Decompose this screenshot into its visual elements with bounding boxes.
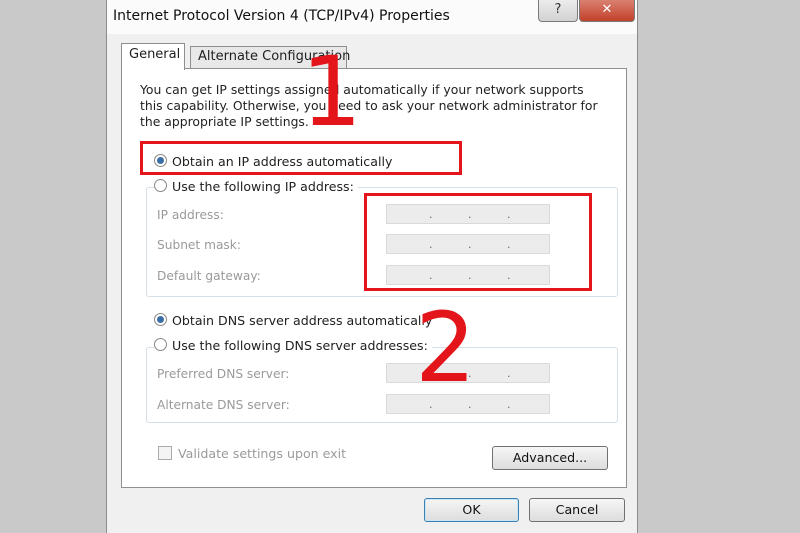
tab-general[interactable]: General [121,43,185,70]
intro-text: You can get IP settings assigned automat… [140,82,598,129]
subnet-mask-label: Subnet mask: [157,238,241,252]
validate-settings-label: Validate settings upon exit [178,446,347,461]
checkbox-icon [158,446,172,460]
use-following-ip-radio[interactable]: Use the following IP address: [154,179,358,194]
general-tab-panel: You can get IP settings assigned automat… [121,68,627,488]
default-gateway-label: Default gateway: [157,269,261,283]
radio-unselected-icon [154,179,167,192]
advanced-button[interactable]: Advanced... [492,446,608,470]
preferred-dns-label: Preferred DNS server: [157,367,290,381]
ok-button[interactable]: OK [424,498,519,522]
annotation-step-1: 1 [301,36,363,148]
title-bar: Internet Protocol Version 4 (TCP/IPv4) P… [107,0,637,34]
alternate-dns-label: Alternate DNS server: [157,398,290,412]
obtain-dns-auto-radio[interactable]: Obtain DNS server address automatically [154,313,432,328]
ip-address-label: IP address: [157,208,224,222]
radio-selected-icon [154,313,167,326]
use-following-dns-label: Use the following DNS server addresses: [172,338,428,353]
annotation-step-2: 2 [415,292,477,404]
close-button[interactable]: ✕ [579,0,635,22]
window-title: Internet Protocol Version 4 (TCP/IPv4) P… [113,8,450,24]
close-icon: ✕ [601,2,613,17]
use-following-ip-label: Use the following IP address: [172,179,354,194]
annotation-box-ip-fields [364,193,592,291]
validate-settings-checkbox[interactable]: Validate settings upon exit [158,446,346,461]
help-icon: ? [554,2,562,17]
tcpipv4-properties-dialog: Internet Protocol Version 4 (TCP/IPv4) P… [106,0,638,533]
cancel-button[interactable]: Cancel [529,498,625,522]
radio-unselected-icon [154,338,167,351]
obtain-dns-auto-label: Obtain DNS server address automatically [172,313,433,328]
use-following-dns-radio[interactable]: Use the following DNS server addresses: [154,338,432,353]
help-button[interactable]: ? [538,0,578,22]
